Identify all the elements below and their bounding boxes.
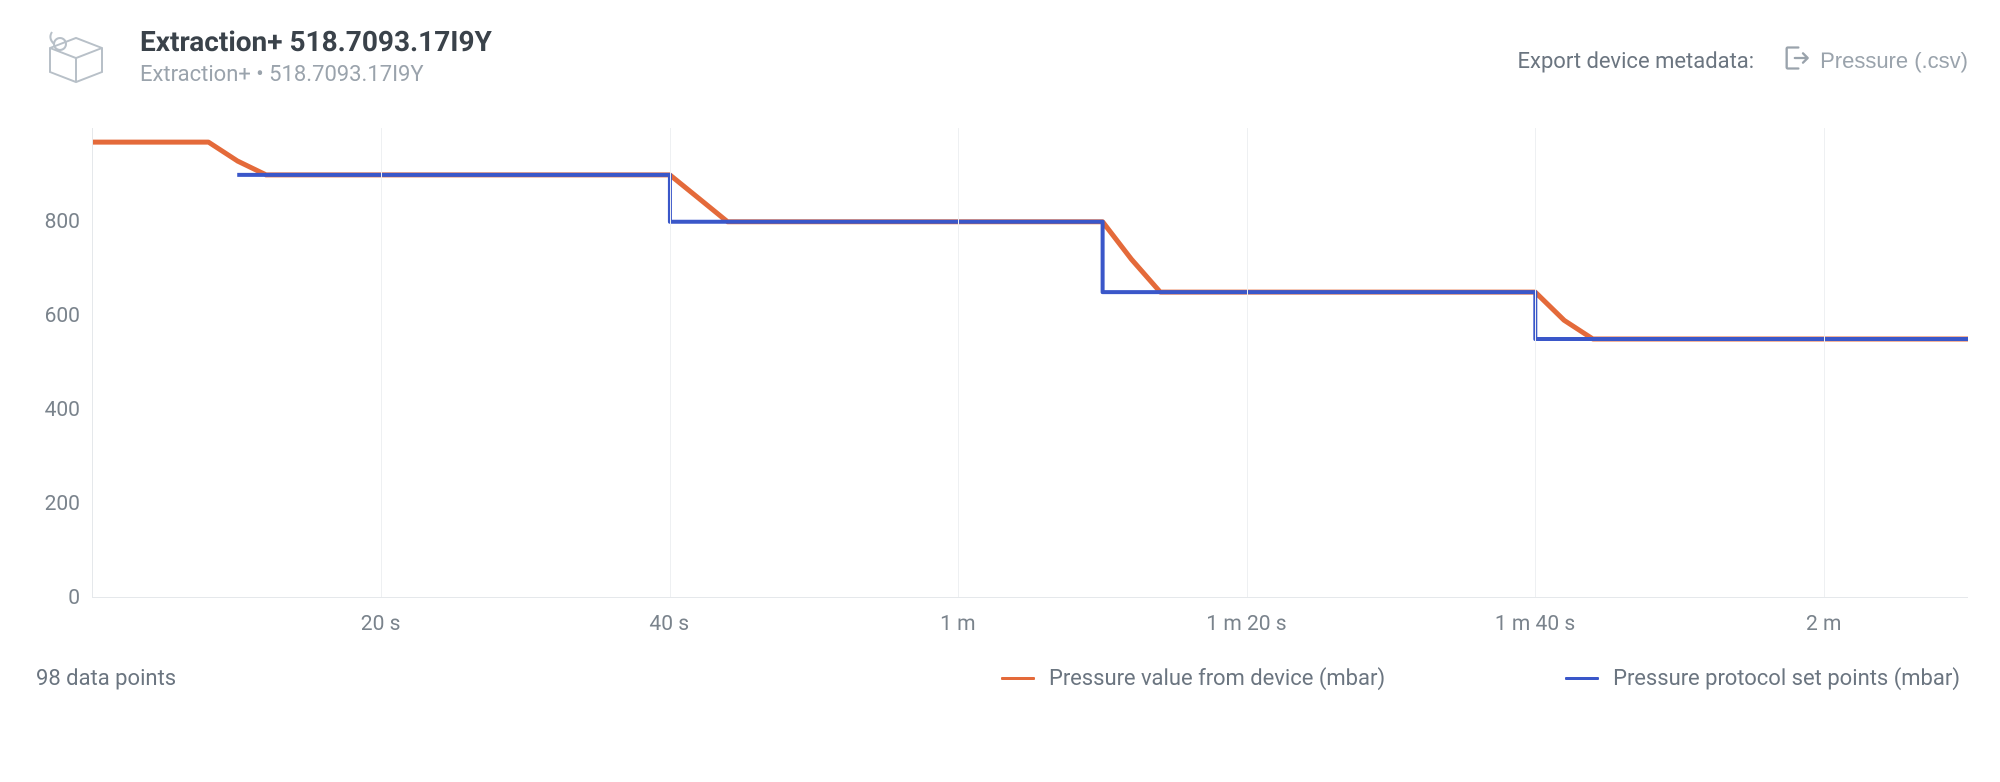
legend-label-2: Pressure protocol set points (mbar) [1613, 666, 1960, 691]
y-tick-label: 0 [68, 586, 80, 610]
export-icon [1782, 44, 1810, 78]
legend-item-device-value: Pressure value from device (mbar) [1001, 666, 1385, 691]
y-axis: 0200400600800 [32, 128, 92, 598]
header: Extraction+ 518.7093.17I9Y Extraction+ •… [32, 24, 1968, 88]
chart-area: 0200400600800 [32, 128, 1968, 598]
title-block: Extraction+ 518.7093.17I9Y Extraction+ •… [140, 25, 492, 87]
page-title: Extraction+ 518.7093.17I9Y [140, 25, 492, 58]
legend-swatch-1 [1001, 677, 1035, 680]
legend-item-set-points: Pressure protocol set points (mbar) [1565, 666, 1960, 691]
y-tick-label: 200 [45, 492, 80, 516]
x-tick-label: 20 s [361, 612, 401, 636]
x-tick-label: 1 m [940, 612, 975, 636]
y-tick-label: 800 [45, 210, 80, 234]
device-icon [32, 24, 120, 88]
export-csv-button[interactable]: Pressure (.csv) [1782, 40, 1968, 82]
header-right: Export device metadata: Pressure (.csv) [1518, 24, 1968, 82]
legend-label-1: Pressure value from device (mbar) [1049, 666, 1385, 691]
x-tick-label: 1 m 40 s [1495, 612, 1575, 636]
x-tick-label: 2 m [1806, 612, 1841, 636]
chart-plot[interactable] [92, 128, 1968, 598]
export-button-label: Pressure (.csv) [1820, 48, 1968, 74]
header-left: Extraction+ 518.7093.17I9Y Extraction+ •… [32, 24, 492, 88]
data-points-count: 98 data points [36, 666, 176, 691]
legend-swatch-2 [1565, 677, 1599, 680]
x-axis: 20 s 40 s 1 m 1 m 20 s 1 m 40 s 2 m [92, 598, 1968, 644]
x-tick-label: 1 m 20 s [1206, 612, 1286, 636]
chart-footer: 98 data points Pressure value from devic… [32, 666, 1968, 691]
y-tick-label: 400 [45, 398, 80, 422]
chart-legend: Pressure value from device (mbar) Pressu… [176, 666, 1968, 691]
x-tick-label: 40 s [649, 612, 689, 636]
export-metadata-label: Export device metadata: [1518, 49, 1755, 74]
series-set-points [237, 175, 1968, 339]
series-device-value [93, 142, 1968, 339]
y-tick-label: 600 [45, 304, 80, 328]
chart-container: 0 200 400 600 800 20 s 40 s 1 m 1 m 20 s 1 m 40 … [32, 128, 1968, 691]
page-subtitle: Extraction+ • 518.7093.17I9Y [140, 62, 492, 87]
